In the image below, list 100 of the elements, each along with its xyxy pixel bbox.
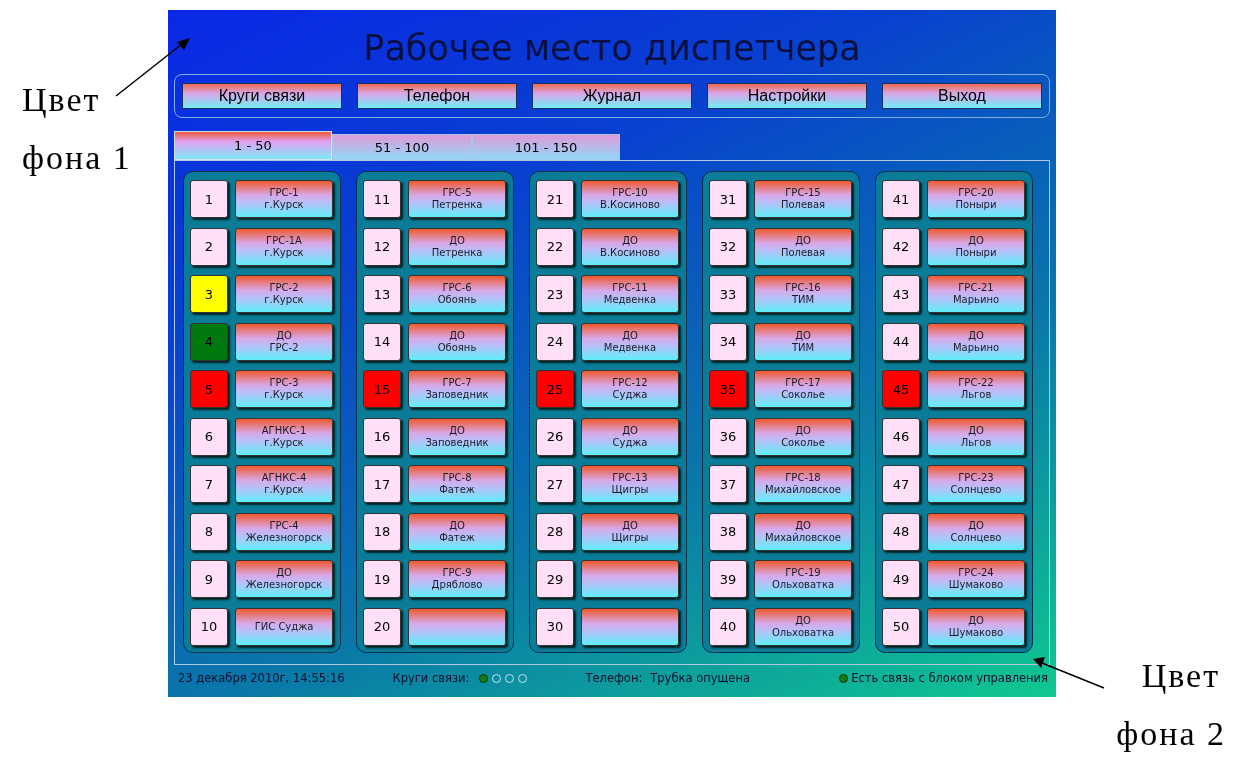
channel-button[interactable]: ГРС-13 Щигры xyxy=(581,465,679,503)
channel-button[interactable]: ГРС-15 Полевая xyxy=(754,180,852,218)
channel-number: 30 xyxy=(536,607,574,646)
channel-button[interactable]: ДО Шумаково xyxy=(927,607,1025,646)
channel-button[interactable]: ГРС-18 Михайловское xyxy=(754,465,852,503)
channel-button[interactable]: ДО Ольховатка xyxy=(754,607,852,646)
channel-button[interactable]: АГНКС-4 г.Курск xyxy=(235,465,333,503)
channel-number: 50 xyxy=(882,607,920,646)
channel-button[interactable]: ДО Фатеж xyxy=(408,512,506,551)
channel-number: 37 xyxy=(709,465,747,503)
channel-number: 41 xyxy=(882,180,920,218)
channel-button[interactable]: ГРС-8 Фатеж xyxy=(408,465,506,503)
channel-number: 46 xyxy=(882,417,920,456)
channel-number: 7 xyxy=(190,465,228,503)
channel-number: 39 xyxy=(709,560,747,598)
channel-number: 47 xyxy=(882,465,920,503)
channel-number: 18 xyxy=(363,512,401,551)
range-tab[interactable]: 51 - 100 xyxy=(332,134,472,160)
menu-button[interactable]: Круги связи xyxy=(182,83,342,109)
channel-number: 20 xyxy=(363,607,401,646)
channel-number: 25 xyxy=(536,370,574,408)
channel-button[interactable]: ГРС-1А г.Курск xyxy=(235,227,333,266)
channel-button[interactable]: ДО Щигры xyxy=(581,512,679,551)
channel-number: 12 xyxy=(363,227,401,266)
channel-button[interactable]: ГРС-16 ТИМ xyxy=(754,275,852,313)
channel-button[interactable]: ДО Петренка xyxy=(408,227,506,266)
range-tab[interactable]: 1 - 50 xyxy=(174,131,332,160)
annotation-label: фона 2 xyxy=(1116,714,1226,754)
circles-label: Круги связи: xyxy=(392,671,470,685)
channel-button[interactable]: ГРС-2 г.Курск xyxy=(235,275,333,313)
channel-number: 44 xyxy=(882,322,920,361)
channel-button[interactable] xyxy=(581,607,679,646)
channel-button[interactable]: ГРС-17 Соколье xyxy=(754,370,852,408)
channel-button[interactable]: ГРС-7 Заповедник xyxy=(408,370,506,408)
channel-button[interactable]: ГРС-12 Суджа xyxy=(581,370,679,408)
channel-button[interactable]: ДО Суджа xyxy=(581,417,679,456)
channel-number: 34 xyxy=(709,322,747,361)
channel-number: 9 xyxy=(190,560,228,598)
channel-number: 2 xyxy=(190,227,228,266)
channel-button[interactable]: ДО ГРС-2 xyxy=(235,322,333,361)
channel-button[interactable]: ДО Обоянь xyxy=(408,322,506,361)
phone-status: Трубка опущена xyxy=(650,671,750,685)
channel-number: 22 xyxy=(536,227,574,266)
channel-button[interactable]: ГРС-19 Ольховатка xyxy=(754,560,852,598)
channel-number: 6 xyxy=(190,417,228,456)
channel-number: 15 xyxy=(363,370,401,408)
connection-text: Есть связь с блоком управления xyxy=(851,671,1048,685)
channel-button[interactable]: ДО В.Косиново xyxy=(581,227,679,266)
channel-number: 31 xyxy=(709,180,747,218)
channel-number: 42 xyxy=(882,227,920,266)
channel-button[interactable] xyxy=(408,607,506,646)
channel-button[interactable]: ДО Полевая xyxy=(754,227,852,266)
channel-number: 32 xyxy=(709,227,747,266)
channel-button[interactable]: ГРС-21 Марьино xyxy=(927,275,1025,313)
channel-button[interactable]: ГРС-24 Шумаково xyxy=(927,560,1025,598)
channel-button[interactable]: ГРС-22 Льгов xyxy=(927,370,1025,408)
channel-button[interactable]: ГРС-1 г.Курск xyxy=(235,180,333,218)
channel-button[interactable]: ДО Медвенка xyxy=(581,322,679,361)
channel-number: 29 xyxy=(536,560,574,598)
channel-number: 4 xyxy=(190,322,228,361)
channel-number: 19 xyxy=(363,560,401,598)
channel-button[interactable]: ДО Марьино xyxy=(927,322,1025,361)
channel-button[interactable]: ГРС-5 Петренка xyxy=(408,180,506,218)
channel-number: 49 xyxy=(882,560,920,598)
menu-button[interactable]: Телефон xyxy=(357,83,517,109)
channel-number: 3 xyxy=(190,275,228,313)
channel-button[interactable]: ДО Льгов xyxy=(927,417,1025,456)
annotation-label: Цвет xyxy=(22,80,101,120)
channel-number: 26 xyxy=(536,417,574,456)
channel-number: 5 xyxy=(190,370,228,408)
menu-button[interactable]: Настройки xyxy=(707,83,867,109)
channel-button[interactable]: ГРС-6 Обоянь xyxy=(408,275,506,313)
channel-button[interactable]: ГРС-9 Дряблово xyxy=(408,560,506,598)
channel-number: 38 xyxy=(709,512,747,551)
channel-button[interactable]: ГРС-3 г.Курск xyxy=(235,370,333,408)
channel-number: 1 xyxy=(190,180,228,218)
range-tab[interactable]: 101 - 150 xyxy=(472,134,620,160)
channel-button[interactable]: ГРС-11 Медвенка xyxy=(581,275,679,313)
channel-button[interactable] xyxy=(581,560,679,598)
channel-button[interactable]: ДО Соколье xyxy=(754,417,852,456)
channel-button[interactable]: ГРС-4 Железногорск xyxy=(235,512,333,551)
channel-number: 33 xyxy=(709,275,747,313)
channel-button[interactable]: ДО Михайловское xyxy=(754,512,852,551)
menu-button[interactable]: Журнал xyxy=(532,83,692,109)
channel-button[interactable]: ГРС-10 В.Косиново xyxy=(581,180,679,218)
channel-number: 21 xyxy=(536,180,574,218)
channel-number: 27 xyxy=(536,465,574,503)
channel-button[interactable]: АГНКС-1 г.Курск xyxy=(235,417,333,456)
channel-button[interactable]: ГРС-23 Солнцево xyxy=(927,465,1025,503)
channel-button[interactable]: ГИС Суджа xyxy=(235,607,333,646)
channel-button[interactable]: ДО ТИМ xyxy=(754,322,852,361)
channel-button[interactable]: ДО Заповедник xyxy=(408,417,506,456)
channel-button[interactable]: ДО Поныри xyxy=(927,227,1025,266)
channel-number: 23 xyxy=(536,275,574,313)
channel-button[interactable]: ГРС-20 Поныри xyxy=(927,180,1025,218)
annotation-label: Цвет xyxy=(1141,656,1220,696)
channel-button[interactable]: ДО Солнцево xyxy=(927,512,1025,551)
channel-number: 10 xyxy=(190,607,228,646)
menu-button[interactable]: Выход xyxy=(882,83,1042,109)
channel-button[interactable]: ДО Железногорск xyxy=(235,560,333,598)
